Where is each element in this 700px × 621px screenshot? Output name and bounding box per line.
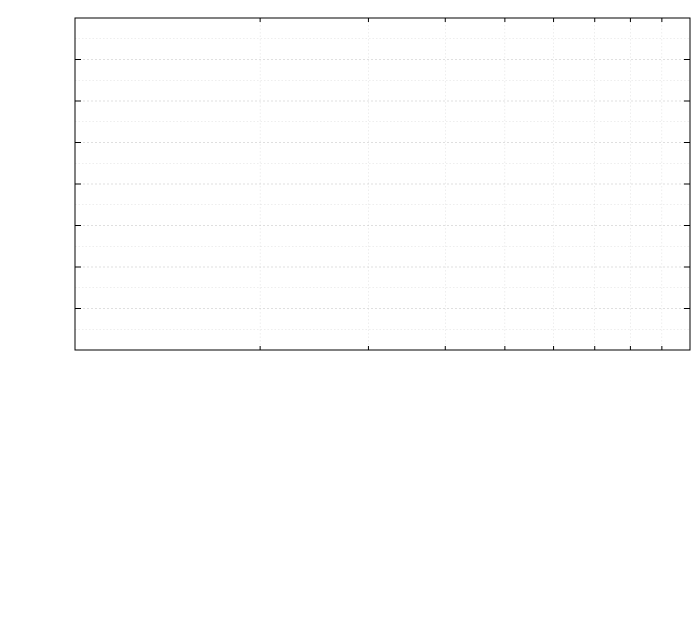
bode-plot-figure bbox=[0, 0, 700, 621]
chart-svg bbox=[0, 0, 700, 621]
